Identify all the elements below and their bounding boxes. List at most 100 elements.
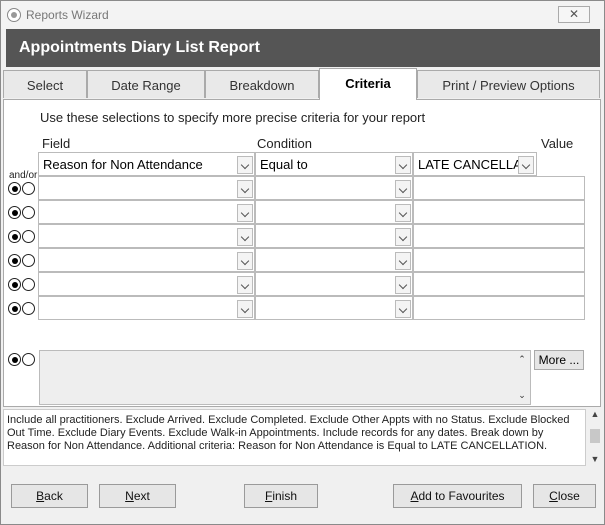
condition-value: Equal to [260,157,308,172]
close-label: lose [557,489,580,503]
close-button[interactable]: Close [533,484,596,508]
field-select[interactable] [38,296,255,320]
field-select[interactable] [38,248,255,272]
or-radio[interactable] [22,206,35,219]
condition-select[interactable] [255,272,413,296]
criteria-row [38,272,585,296]
finish-button[interactable]: Finish [244,484,318,508]
chevron-down-icon[interactable] [395,204,411,222]
back-mnemonic: B [36,489,45,503]
tab-date-range[interactable]: Date Range [87,70,205,98]
window-title: Reports Wizard [26,8,109,22]
back-button[interactable]: Back [11,484,88,508]
value-field[interactable]: LATE CANCELLATI [413,152,537,176]
condition-select[interactable] [255,176,413,200]
and-radio[interactable] [8,182,21,195]
scroll-up-icon[interactable]: ▲ [588,409,602,421]
tab-print-preview-options[interactable]: Print / Preview Options [417,70,600,98]
or-radio[interactable] [22,302,35,315]
value-column-header: Value [541,136,574,151]
chevron-down-icon[interactable] [237,300,253,318]
field-column-header: Field [42,136,71,151]
chevron-down-icon[interactable] [395,156,411,174]
app-icon [7,8,21,22]
chevron-down-icon[interactable] [395,180,411,198]
field-value: Reason for Non Attendance [43,157,203,172]
back-label: ack [44,489,63,503]
condition-select[interactable] [255,224,413,248]
next-label: ext [133,489,150,503]
chevron-down-icon[interactable] [395,228,411,246]
scroll-down-icon[interactable]: ⌄ [517,390,527,400]
value-text: LATE CANCELLATI [418,157,518,172]
or-radio[interactable] [22,182,35,195]
or-radio[interactable] [22,278,35,291]
tab-breakdown[interactable]: Breakdown [205,70,319,98]
andor-radio-pair [8,206,38,220]
criteria-row: Reason for Non Attendance Equal to LATE CA… [38,152,585,176]
value-field[interactable] [413,272,585,296]
extra-criteria-scrollbar[interactable]: ⌃ ⌄ [517,354,527,400]
and-radio[interactable] [8,302,21,315]
tab-strip: Select Date Range Breakdown Criteria Pri… [3,68,601,100]
chevron-down-icon[interactable] [237,156,253,174]
close-window-button[interactable]: ✕ [558,6,590,23]
and-radio[interactable] [8,230,21,243]
condition-select[interactable] [255,200,413,224]
next-button[interactable]: Next [99,484,176,508]
chevron-down-icon[interactable] [237,276,253,294]
scroll-up-icon[interactable]: ⌃ [517,354,527,364]
and-radio[interactable] [8,254,21,267]
criteria-panel: Use these selections to specify more pre… [3,99,601,407]
chevron-down-icon[interactable] [395,276,411,294]
andor-radio-pair [8,278,38,292]
reports-wizard-window: Reports Wizard ✕ Appointments Diary List… [0,0,605,525]
and-radio[interactable] [8,353,21,366]
field-select[interactable]: Reason for Non Attendance [38,152,255,176]
field-select[interactable] [38,200,255,224]
more-button[interactable]: More ... [534,350,584,370]
criteria-row [38,200,585,224]
andor-radio-pair [8,353,38,367]
andor-radio-pair [8,302,38,316]
extra-criteria-area[interactable]: ⌃ ⌄ [39,350,531,405]
chevron-down-icon[interactable] [237,252,253,270]
or-radio[interactable] [22,353,35,366]
report-description: Include all practitioners. Exclude Arriv… [3,409,586,466]
or-radio[interactable] [22,230,35,243]
and-radio[interactable] [8,206,21,219]
criteria-row [38,224,585,248]
field-select[interactable] [38,272,255,296]
field-select[interactable] [38,176,255,200]
or-radio[interactable] [22,254,35,267]
field-select[interactable] [38,224,255,248]
chevron-down-icon[interactable] [237,228,253,246]
value-field[interactable] [413,296,585,320]
close-mnemonic: C [549,489,558,503]
value-field[interactable] [413,224,585,248]
scroll-thumb[interactable] [590,429,600,443]
add-to-favourites-button[interactable]: Add to Favourites [393,484,522,508]
value-field[interactable] [413,200,585,224]
value-field[interactable] [413,176,585,200]
favourites-label: dd to Favourites [418,489,505,503]
scroll-down-icon[interactable]: ▼ [588,454,602,466]
condition-select[interactable] [255,296,413,320]
description-scrollbar[interactable]: ▲ ▼ [588,409,602,466]
criteria-row [38,296,585,320]
tab-criteria[interactable]: Criteria [319,68,417,100]
close-icon: ✕ [568,7,580,21]
tab-select[interactable]: Select [3,70,87,98]
andor-label: and/or [9,170,38,181]
chevron-down-icon[interactable] [395,252,411,270]
and-radio[interactable] [8,278,21,291]
value-field[interactable] [413,248,585,272]
description-text: Include all practitioners. Exclude Arriv… [7,414,570,452]
chevron-down-icon[interactable] [237,180,253,198]
chevron-down-icon[interactable] [395,300,411,318]
condition-select[interactable]: Equal to [255,152,413,176]
chevron-down-icon[interactable] [518,156,534,174]
report-title: Appointments Diary List Report [19,39,260,56]
condition-select[interactable] [255,248,413,272]
chevron-down-icon[interactable] [237,204,253,222]
